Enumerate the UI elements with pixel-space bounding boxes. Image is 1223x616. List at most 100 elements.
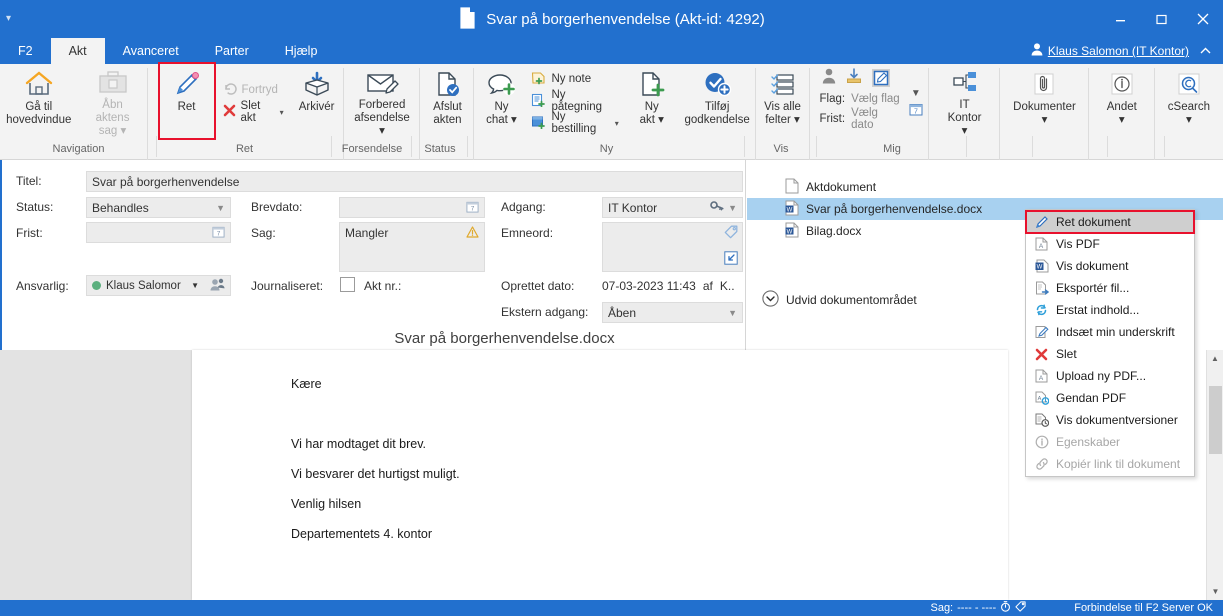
other-button[interactable]: Andet ▾ (1095, 64, 1149, 138)
documents-button[interactable]: Dokumenter ▾ (1006, 64, 1083, 138)
status-field[interactable]: Behandles ▼ (86, 197, 231, 218)
expand-keywords-icon[interactable] (724, 251, 738, 268)
ny-small-buttons: Ny note Ny påtegning Ny bestilling ▾ (528, 64, 624, 138)
go-to-main-window-button[interactable]: Gå til hovedvindue (0, 64, 78, 138)
title-field-value: Svar på borgerhenvendelse (92, 174, 240, 189)
preview-line: Vi har modtaget dit brev. (291, 437, 427, 451)
calendar-icon[interactable]: 7 (212, 225, 225, 241)
context-menu-item-copy-link[interactable]: Kopiér link til dokument (1026, 453, 1194, 475)
scrollbar-thumb[interactable] (1209, 386, 1222, 454)
archive-button[interactable]: Arkivér (290, 64, 344, 138)
expand-document-area-button[interactable]: Udvid dokumentområdet (762, 290, 917, 310)
csearch-button[interactable]: cSearch ▾ (1161, 64, 1217, 138)
context-menu-item-replace-content[interactable]: Erstat indhold... (1026, 299, 1194, 321)
deadline-field[interactable]: 7 (86, 222, 231, 243)
deadline-value[interactable]: Vælg dato (851, 107, 901, 131)
context-menu-item-upload-pdf[interactable]: A Upload ny PDF... (1026, 365, 1194, 387)
key-icon[interactable] (710, 200, 724, 216)
context-menu-item-properties[interactable]: Egenskaber (1026, 431, 1194, 453)
window-title: Svar på borgerhenvendelse (Akt-id: 4292) (486, 10, 765, 28)
window-controls (1100, 0, 1223, 38)
keywords-field[interactable] (602, 222, 743, 272)
person-flag-icon (822, 68, 836, 87)
chevron-down-icon[interactable]: ▼ (728, 308, 737, 318)
preview-vertical-scrollbar[interactable]: ▲ ▼ (1206, 350, 1223, 600)
open-case-button[interactable]: Åbn aktens sag ▾ (78, 64, 148, 138)
tab-f2[interactable]: F2 (0, 38, 51, 64)
context-menu-item-export-file[interactable]: Eksportér fil... (1026, 277, 1194, 299)
restore-pdf-icon: A (1034, 391, 1049, 406)
external-access-field[interactable]: Åben ▼ (602, 302, 743, 323)
context-menu-item-label: Slet (1056, 347, 1077, 361)
chevron-down-icon[interactable]: ▼ (728, 203, 737, 213)
new-annotation-button[interactable]: Ny påtegning (528, 89, 624, 113)
timer-icon[interactable] (1000, 601, 1011, 615)
add-approval-button[interactable]: Tilføj godkendelse (679, 64, 756, 138)
tab-parter[interactable]: Parter (197, 38, 267, 64)
svg-text:7: 7 (471, 205, 475, 212)
maximize-button[interactable] (1141, 0, 1182, 38)
ribbon-group-ret: Ret Fortryd Slet akt ▾ Arkivér (148, 62, 344, 160)
context-menu-item-edit-document[interactable]: Ret dokument (1025, 210, 1195, 234)
download-flag-icon[interactable] (846, 68, 862, 87)
new-order-button[interactable]: Ny bestilling ▾ (528, 111, 624, 135)
calendar-icon[interactable]: 7 (466, 200, 479, 216)
chevron-down-icon[interactable]: ▾ (615, 119, 619, 128)
flag-toggle-icon[interactable] (871, 68, 890, 87)
journalized-checkbox[interactable] (340, 277, 355, 292)
list-item[interactable]: Aktdokument (747, 176, 1223, 198)
minimize-button[interactable] (1100, 0, 1141, 38)
context-menu-item-insert-signature[interactable]: Indsæt min underskrift (1026, 321, 1194, 343)
new-record-button[interactable]: Ny akt ▾ (625, 64, 679, 138)
chevron-down-icon[interactable]: ▼ (216, 203, 225, 213)
person-icon (1031, 43, 1043, 59)
tab-avanceret[interactable]: Avanceret (105, 38, 197, 64)
new-note-button[interactable]: Ny note (528, 68, 624, 90)
title-field[interactable]: Svar på borgerhenvendelse (86, 171, 743, 192)
prepare-sending-label: Forbered afsendelse ▾ (354, 99, 410, 137)
created-by-label: af (702, 279, 713, 293)
flag-dropdown-icon[interactable]: ▼ (911, 88, 921, 99)
context-menu-item-restore-pdf[interactable]: A Gendan PDF (1026, 387, 1194, 409)
quick-access-toolbar-caret-icon[interactable]: ▾ (6, 14, 11, 24)
tab-akt[interactable]: Akt (50, 38, 105, 64)
chevron-down-circle-icon (762, 290, 779, 310)
flag-value[interactable]: Vælg flag (851, 93, 900, 105)
case-field[interactable]: Mangler (339, 222, 485, 272)
ribbon-group-csearch: cSearch ▾ (1155, 64, 1223, 138)
preview-line: Venlig hilsen (291, 497, 362, 511)
tag-icon[interactable] (1015, 601, 1026, 615)
context-menu-item-view-document[interactable]: W Vis dokument (1026, 255, 1194, 277)
current-user[interactable]: Klaus Salomon (IT Kontor) (1031, 38, 1189, 64)
chevron-down-icon[interactable]: ▾ (280, 108, 284, 117)
preview-page: Kære Vi har modtaget dit brev. Vi besvar… (192, 350, 1008, 600)
people-picker-icon[interactable] (210, 278, 225, 294)
user-name-label[interactable]: Klaus Salomon (IT Kontor) (1048, 44, 1189, 58)
letter-date-field[interactable]: 7 (339, 197, 485, 218)
scroll-up-arrow-icon[interactable]: ▲ (1207, 350, 1223, 367)
context-menu-item-view-versions[interactable]: Vis dokumentversioner (1026, 409, 1194, 431)
close-button[interactable] (1182, 0, 1223, 38)
context-menu-item-view-pdf[interactable]: A Vis PDF (1026, 233, 1194, 255)
chevron-down-icon[interactable]: ▼ (191, 281, 199, 290)
scroll-down-arrow-icon[interactable]: ▼ (1207, 583, 1223, 600)
new-record-label: Ny akt ▾ (639, 101, 664, 126)
tag-icon[interactable] (724, 225, 738, 242)
access-field[interactable]: IT Kontor ▼ (602, 197, 743, 218)
edit-button[interactable]: Ret (157, 62, 216, 140)
csearch-label: cSearch ▾ (1167, 101, 1210, 126)
calendar-icon[interactable]: 7 (909, 102, 923, 119)
context-menu-item-label: Ret dokument (1056, 215, 1131, 229)
responsible-field-label: Ansvarlig: (16, 279, 69, 293)
it-kontor-button[interactable]: IT Kontor ▾ (937, 64, 992, 138)
tab-hjaelp[interactable]: Hjælp (267, 38, 336, 64)
delete-record-button[interactable]: Slet akt ▾ (220, 100, 290, 124)
context-menu-item-delete[interactable]: Slet (1026, 343, 1194, 365)
responsible-field[interactable]: Klaus Salomor ▼ (86, 275, 231, 296)
prepare-sending-button[interactable]: Forbered afsendelse ▾ (344, 64, 421, 138)
close-record-button[interactable]: Afslut akten (420, 64, 474, 138)
new-chat-button[interactable]: Ny chat ▾ (474, 64, 528, 138)
show-all-fields-button[interactable]: Vis alle felter ▾ (756, 64, 810, 138)
collapse-ribbon-button[interactable] (1195, 38, 1215, 64)
undo-button[interactable]: Fortryd (220, 79, 290, 101)
